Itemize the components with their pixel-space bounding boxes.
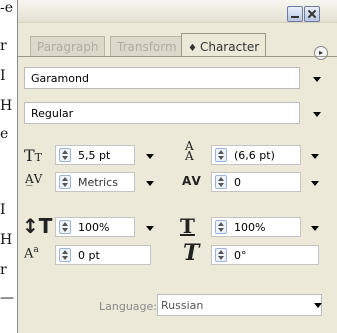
kerning-icon: A̲V xyxy=(25,172,43,186)
tab-divider xyxy=(18,56,337,57)
chevron-down-icon[interactable] xyxy=(313,112,321,117)
skew-icon: T xyxy=(183,240,200,266)
tab-transform[interactable]: Transform xyxy=(110,36,184,56)
baseline-shift-icon: Aa xyxy=(24,245,39,262)
font-style-dropdown[interactable]: Regular xyxy=(24,102,321,124)
chevron-down-icon[interactable] xyxy=(146,181,154,186)
spinner-icon[interactable] xyxy=(59,148,71,162)
language-label: Language: xyxy=(99,300,157,313)
chevron-down-icon[interactable] xyxy=(313,77,321,82)
chevron-down-icon[interactable] xyxy=(311,226,319,231)
kerning-field[interactable]: Metrics xyxy=(55,172,135,192)
chevron-down-icon[interactable] xyxy=(311,181,319,186)
chevron-down-icon[interactable] xyxy=(314,303,322,308)
horizontal-scale-field[interactable]: 100% xyxy=(211,217,301,237)
font-family-dropdown[interactable]: Garamond xyxy=(24,67,321,89)
vertical-scale-field[interactable]: 100% xyxy=(55,217,135,237)
chevron-down-icon[interactable] xyxy=(146,154,154,159)
language-dropdown[interactable]: Russian xyxy=(157,294,322,316)
spinner-icon[interactable] xyxy=(59,175,71,189)
character-panel: Paragraph Transform ♦ Character ▸ Garamon… xyxy=(17,0,337,333)
font-size-icon: TT xyxy=(24,146,43,165)
spinner-icon[interactable] xyxy=(59,248,71,262)
close-button[interactable] xyxy=(304,6,320,22)
panel-tabs: Paragraph Transform ♦ Character xyxy=(18,30,337,57)
chevron-down-icon[interactable] xyxy=(146,226,154,231)
spinner-icon[interactable] xyxy=(215,248,227,262)
tab-paragraph[interactable]: Paragraph xyxy=(30,36,106,56)
double-arrow-icon: ♦ xyxy=(188,43,197,54)
panel-menu-button[interactable]: ▸ xyxy=(314,46,328,60)
tracking-icon: AV xyxy=(182,174,202,188)
skew-field[interactable]: 0° xyxy=(211,245,319,265)
baseline-shift-field[interactable]: 0 pt xyxy=(55,245,151,265)
horizontal-scale-icon: T xyxy=(180,214,195,238)
spinner-icon[interactable] xyxy=(215,175,227,189)
chevron-down-icon[interactable] xyxy=(311,154,319,159)
font-size-field[interactable]: 5,5 pt xyxy=(55,145,135,165)
vertical-scale-icon: ↕T xyxy=(22,214,53,238)
spinner-icon[interactable] xyxy=(59,220,71,234)
minimize-button[interactable] xyxy=(287,6,303,22)
spinner-icon[interactable] xyxy=(215,148,227,162)
tab-character[interactable]: ♦ Character xyxy=(181,33,267,57)
tracking-field[interactable]: 0 xyxy=(211,172,301,192)
spinner-icon[interactable] xyxy=(215,220,227,234)
leading-field[interactable]: (6,6 pt) xyxy=(211,145,301,165)
leading-icon: AA xyxy=(185,139,194,163)
